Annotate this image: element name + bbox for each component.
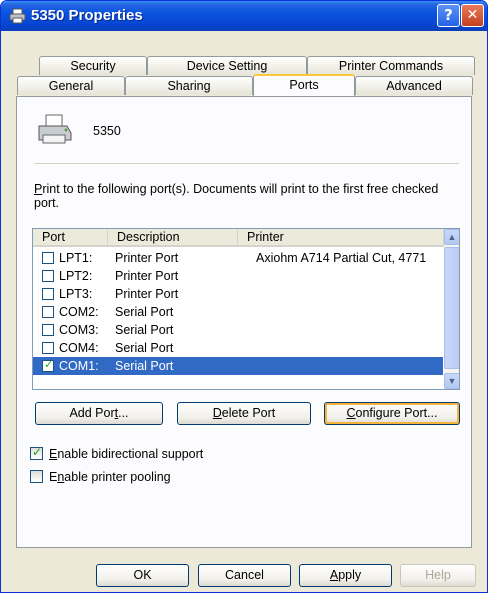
port-checkbox[interactable]: [42, 358, 54, 372]
scroll-up-icon[interactable]: ▲: [444, 229, 459, 245]
properties-dialog: 5350 Properties ? ✕ Security Device Sett…: [0, 0, 488, 593]
btn-text: pply: [338, 568, 362, 582]
configure-port-button[interactable]: Configure Port...: [324, 402, 460, 425]
port-description: Printer Port: [115, 287, 179, 301]
port-name: LPT3:: [59, 287, 93, 301]
scroll-down-icon[interactable]: ▼: [444, 373, 459, 389]
port-checkbox[interactable]: [42, 288, 54, 300]
port-description: Serial Port: [115, 323, 174, 337]
scroll-thumb[interactable]: [444, 247, 459, 369]
port-printer: Axiohm A714 Partial Cut, 4771: [256, 251, 427, 265]
tab-printer-commands[interactable]: Printer Commands: [307, 56, 475, 75]
port-description: Serial Port: [115, 359, 174, 373]
list-item-selected[interactable]: COM1: Serial Port: [33, 357, 443, 375]
port-instructions: Print to the following port(s). Document…: [34, 182, 454, 210]
tab-advanced[interactable]: Advanced: [355, 76, 473, 95]
port-checkbox[interactable]: [42, 324, 54, 336]
port-description: Printer Port: [115, 269, 179, 283]
ports-panel: 5350 Print to the following port(s). Doc…: [16, 96, 472, 548]
checkbox-box[interactable]: [30, 470, 43, 483]
help-button: Help: [400, 564, 476, 587]
port-name: COM2:: [59, 305, 99, 319]
vertical-scrollbar[interactable]: ▲ ▼: [444, 229, 459, 389]
list-item[interactable]: LPT3: Printer Port: [33, 285, 443, 303]
label-text: able printer pooling: [64, 470, 171, 484]
ok-button[interactable]: OK: [96, 564, 189, 587]
label-text: nable bidirectional support: [57, 447, 204, 461]
separator: [34, 163, 459, 164]
cancel-button[interactable]: Cancel: [198, 564, 291, 587]
tab-ports[interactable]: Ports: [253, 74, 355, 96]
btn-text: elete Port: [221, 406, 276, 420]
btn-text: onfigure Port...: [355, 406, 438, 420]
column-header-description[interactable]: Description: [108, 229, 238, 247]
port-list[interactable]: Port Description Printer LPT1: Printer P…: [32, 228, 460, 390]
mnemonic: A: [329, 568, 339, 582]
tab-sharing[interactable]: Sharing: [125, 76, 253, 95]
printer-name: 5350: [93, 124, 121, 138]
list-item[interactable]: COM4: Serial Port: [33, 339, 443, 357]
delete-port-button[interactable]: Delete Port: [177, 402, 311, 425]
add-port-button[interactable]: Add Port...: [35, 402, 163, 425]
apply-button[interactable]: Apply: [299, 564, 392, 587]
checkbox-box[interactable]: [30, 445, 43, 460]
port-name: LPT2:: [59, 269, 93, 283]
column-header-port[interactable]: Port: [33, 229, 108, 247]
mnemonic: C: [346, 406, 356, 420]
port-name: LPT1:: [59, 251, 93, 265]
list-item[interactable]: COM2: Serial Port: [33, 303, 443, 321]
column-header-printer[interactable]: Printer: [238, 229, 444, 247]
list-item[interactable]: LPT2: Printer Port: [33, 267, 443, 285]
port-description: Printer Port: [115, 251, 179, 265]
port-description: Serial Port: [115, 341, 174, 355]
tab-general[interactable]: General: [17, 76, 125, 95]
btn-text: Add Por: [69, 406, 115, 420]
list-item[interactable]: COM3: Serial Port: [33, 321, 443, 339]
checkbox-label: Enable bidirectional support: [49, 447, 203, 461]
port-name: COM3:: [59, 323, 99, 337]
port-name: COM4:: [59, 341, 99, 355]
tab-device-setting[interactable]: Device Setting: [147, 56, 307, 75]
mnemonic: D: [212, 406, 222, 420]
port-name: COM1:: [59, 359, 99, 373]
tab-security[interactable]: Security: [39, 56, 147, 75]
port-checkbox[interactable]: [42, 342, 54, 354]
checkbox-label: Enable printer pooling: [49, 470, 171, 484]
port-checkbox[interactable]: [42, 270, 54, 282]
btn-text: ...: [118, 406, 129, 420]
list-item[interactable]: LPT1: Printer Port Axiohm A714 Partial C…: [33, 249, 443, 267]
port-description: Serial Port: [115, 305, 174, 319]
instructions-text: rint to the following port(s). Documents…: [34, 182, 439, 210]
printer-large-icon: [38, 114, 72, 144]
port-checkbox[interactable]: [42, 306, 54, 318]
port-checkbox[interactable]: [42, 252, 54, 264]
